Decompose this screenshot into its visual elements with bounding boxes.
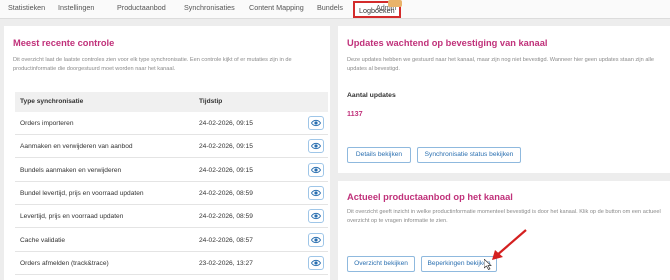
pending-updates-description: Deze updates hebben we gestuurd naar het…	[347, 57, 655, 72]
view-log-button[interactable]	[308, 255, 324, 270]
sync-type: Orders importeren	[20, 120, 74, 127]
current-offer-description: Dit overzicht geeft inzicht in welke pro…	[347, 209, 661, 224]
column-type: Type synchronisatie	[20, 98, 84, 105]
table-row: Cache validatie 24-02-2026, 08:57	[15, 229, 328, 252]
view-log-button[interactable]	[308, 162, 324, 177]
view-log-button[interactable]	[308, 232, 324, 247]
sync-time: 24-02-2026, 08:59	[199, 189, 253, 197]
view-log-button[interactable]	[308, 116, 324, 130]
sync-table-header: Type synchronisatie Tijdstip	[15, 92, 328, 112]
sync-time: 24-02-2026, 09:15	[199, 166, 253, 174]
table-row: Orders importeren 24-02-2026, 09:15	[15, 112, 328, 135]
sync-time: 24-02-2026, 08:57	[199, 236, 253, 244]
sync-type: Cache validatie	[20, 236, 66, 244]
mouse-cursor-icon	[484, 259, 492, 270]
tab-content-mapping[interactable]: Content Mapping	[249, 3, 304, 12]
overview-button[interactable]: Overzicht bekijken	[347, 256, 415, 272]
tab-bundels[interactable]: Bundels	[317, 3, 343, 12]
sync-status-button[interactable]: Synchronisatie status bekijken	[417, 147, 521, 163]
sync-type: Levertijd, prijs en voorraad updaten	[20, 213, 124, 221]
sync-type: Orders afmelden (track&trace)	[20, 259, 109, 267]
tab-statistieken[interactable]: Statistieken	[8, 3, 45, 12]
sync-time: 24-02-2026, 09:15	[199, 120, 253, 127]
sync-time: 23-02-2026, 13:27	[199, 259, 253, 267]
sync-type: Aanmaken en verwijderen van aanbod	[20, 143, 133, 151]
sync-type: Bundels aanmaken en verwijderen	[20, 166, 122, 174]
tab-bar: Statistieken Instellingen Productaanbod …	[0, 0, 670, 19]
sync-time: 24-02-2026, 08:59	[199, 213, 253, 221]
annotation-arrow-icon	[492, 229, 527, 260]
table-row: Bundel levertijd, prijs en voorraad upda…	[15, 182, 328, 205]
current-offer-title: Actueel productaanbod op het kanaal	[347, 192, 513, 202]
sync-time: 24-02-2026, 09:15	[199, 143, 253, 151]
column-time: Tijdstip	[199, 98, 223, 105]
admin-badge-icon	[388, 0, 402, 7]
sync-type: Bundel levertijd, prijs en voorraad upda…	[20, 189, 144, 197]
recent-check-title: Meest recente controle	[13, 38, 115, 48]
recent-check-description: Dit overzicht laat de laatste controles …	[13, 57, 292, 72]
details-button[interactable]: Details bekijken	[347, 147, 411, 163]
view-log-button[interactable]	[308, 185, 324, 200]
table-row: Bundels aanmaken en verwijderen 24-02-202…	[15, 159, 328, 182]
table-row: Levertijd, prijs en voorraad updaten 24-0…	[15, 205, 328, 229]
view-log-button[interactable]	[308, 139, 324, 154]
table-row: Orders afmelden (track&trace) 23-02-2026,…	[15, 252, 328, 275]
pending-updates-card: Updates wachtend op bevestiging van kana…	[338, 26, 670, 173]
tab-productaanbod[interactable]: Productaanbod	[117, 3, 166, 12]
update-count-value: 1137	[347, 109, 363, 118]
pending-updates-title: Updates wachtend op bevestiging van kana…	[347, 38, 548, 48]
tab-instellingen[interactable]: Instellingen	[58, 3, 94, 12]
tab-synchronisaties[interactable]: Synchronisaties	[184, 3, 235, 12]
table-row: Aanmaken en verwijderen van aanbod 24-02-…	[15, 135, 328, 159]
update-count-label: Aantal updates	[347, 92, 396, 99]
view-log-button[interactable]	[308, 209, 324, 224]
